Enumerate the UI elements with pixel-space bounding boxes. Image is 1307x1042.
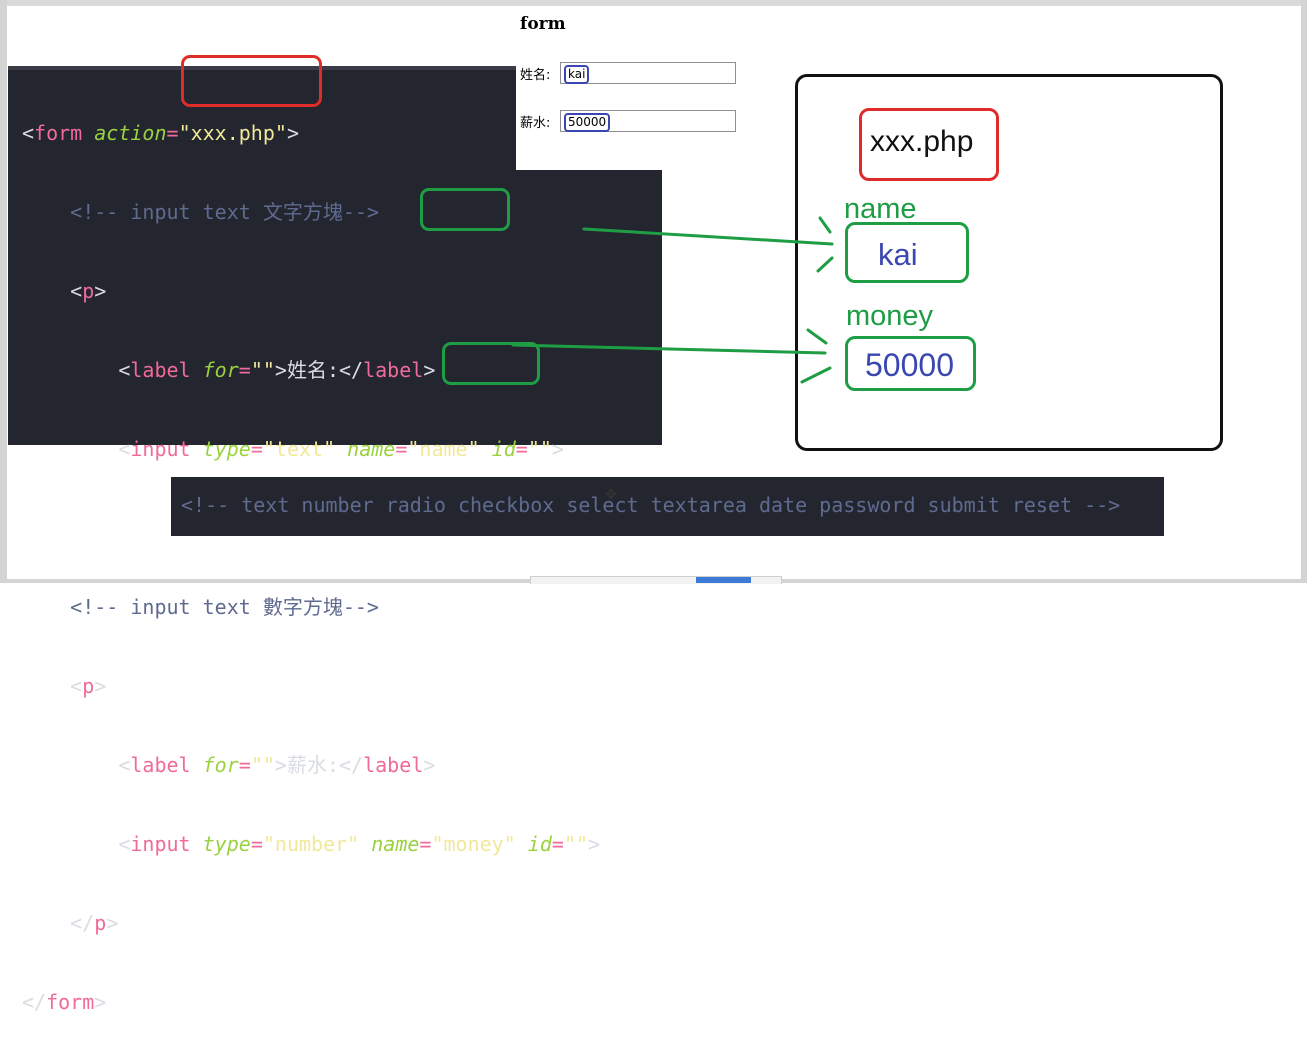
move-cursor-icon: ✥ [605, 487, 617, 503]
money-attr-highlight [442, 342, 540, 385]
code-line-9: <label for="">薪水:</label> [118, 753, 436, 777]
input-types-comment: <!-- text number radio checkbox select t… [181, 493, 1121, 517]
name-attr-highlight [420, 188, 510, 231]
window-right-frame [1301, 0, 1307, 583]
preview-title: form [520, 14, 566, 34]
money-value-text: 50000 [865, 347, 954, 383]
action-target-text: xxx.php [870, 125, 974, 158]
action-target-box: xxx.php [859, 108, 999, 181]
code-line-7: <!-- input text 數字方塊--> [70, 595, 379, 619]
code-line-11: </p> [70, 911, 119, 935]
code-lines[interactable]: <form action="xxx.php"> <!-- input text … [22, 70, 600, 1042]
money-key-label: money [846, 300, 934, 332]
window-left-frame [0, 0, 7, 583]
input-types-comment-bar: <!-- text number radio checkbox select t… [171, 477, 1164, 536]
code-line-8: <p> [70, 674, 107, 698]
name-value-box: kai [845, 222, 969, 283]
code-line-3: <p> [70, 279, 107, 303]
code-line-10: <input type="number" name="money" id=""> [118, 832, 601, 856]
action-highlight [181, 55, 322, 107]
code-line-5: <input type="text" name="name" id=""> [118, 437, 564, 461]
code-line-12: </form> [22, 990, 107, 1014]
bottom-toolbar-active[interactable] [696, 577, 751, 583]
code-line-2: <!-- input text 文字方塊--> [70, 200, 379, 224]
name-value-text: kai [878, 237, 918, 272]
money-value-box: 50000 [845, 336, 976, 391]
code-line-1: <form action="xxx.php"> [22, 121, 299, 145]
